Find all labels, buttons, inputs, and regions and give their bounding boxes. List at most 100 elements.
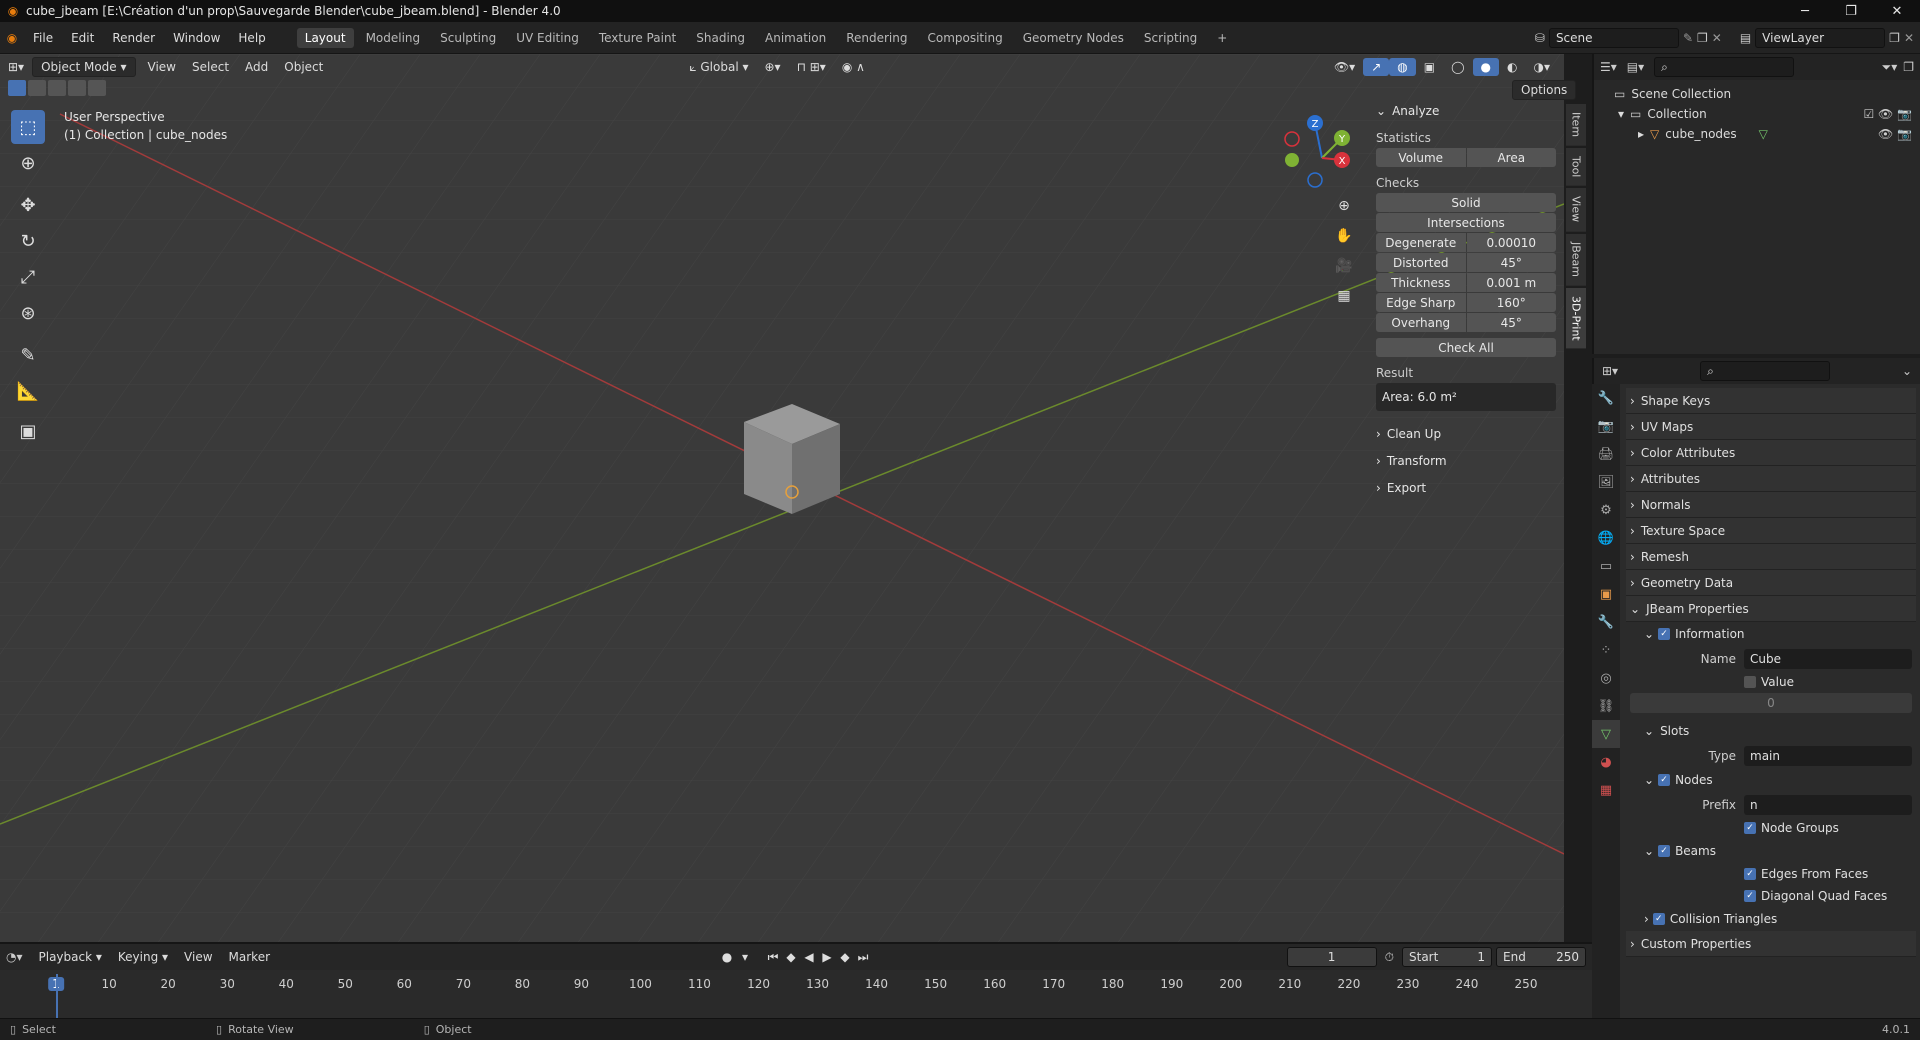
jump-keyframe-back-icon[interactable]: ◆ [782, 950, 800, 964]
node-groups-checkbox[interactable]: ✓ [1744, 822, 1756, 834]
thickness-value[interactable]: 0.001 m [1466, 273, 1556, 292]
edges-from-faces-checkbox[interactable]: ✓ [1744, 868, 1756, 880]
outliner-collection[interactable]: ▾ ▭ Collection ☑ 👁 📷 [1594, 104, 1920, 124]
area-button[interactable]: Area [1466, 148, 1556, 167]
material-shading-icon[interactable]: ◐ [1499, 58, 1525, 76]
solid-button[interactable]: Solid [1376, 193, 1556, 212]
add-workspace-button[interactable]: + [1209, 28, 1235, 48]
collection-toggles[interactable]: ☑ 👁 📷 [1863, 107, 1912, 121]
chevron-right-icon[interactable]: ▸ [1638, 127, 1644, 141]
minimize-icon[interactable]: ─ [1782, 4, 1828, 19]
texture-tab-icon[interactable]: ▦ [1592, 776, 1620, 804]
sidebar-tab-item[interactable]: Item [1566, 104, 1586, 147]
view-layer-icon[interactable]: ▤ [1740, 31, 1751, 45]
tab-sculpting[interactable]: Sculpting [432, 28, 504, 48]
close-icon[interactable]: ✕ [1874, 4, 1920, 19]
node-groups-toggle[interactable]: ✓ Node Groups [1626, 817, 1916, 839]
timeline-ruler[interactable]: 1102030405060708090100110120130140150160… [0, 974, 1592, 996]
select-extend-icon[interactable] [28, 80, 46, 96]
filter-icon[interactable]: ⏷▾ [1882, 60, 1898, 75]
view-layer-field[interactable]: ViewLayer [1755, 27, 1886, 48]
playhead[interactable] [56, 974, 58, 1018]
properties-editor-type-icon[interactable]: ⊞▾ [1602, 364, 1618, 378]
tab-shading[interactable]: Shading [688, 28, 753, 48]
render-tab-icon[interactable]: 📷 [1592, 412, 1620, 440]
jump-start-icon[interactable]: ⏮ [764, 950, 782, 965]
blender-menu-icon[interactable]: ◉ [0, 31, 24, 45]
edges-from-faces-toggle[interactable]: ✓ Edges From Faces [1626, 863, 1916, 885]
timeline-menu-marker[interactable]: Marker [221, 948, 278, 966]
analyze-header[interactable]: ⌄ Analyze [1376, 100, 1556, 122]
clean-up-header[interactable]: › Clean Up [1376, 423, 1556, 445]
new-scene-icon[interactable]: ❐ [1697, 31, 1708, 45]
tab-scripting[interactable]: Scripting [1136, 28, 1205, 48]
options-dropdown[interactable]: Options [1512, 80, 1577, 100]
sidebar-tab-jbeam[interactable]: JBeam [1566, 233, 1586, 286]
orientation-dropdown[interactable]: ⟀ Global ▾ [681, 58, 756, 77]
play-reverse-icon[interactable]: ◀ [800, 950, 818, 964]
timeline-menu-playback[interactable]: Playback ▾ [31, 948, 110, 966]
tab-texture-paint[interactable]: Texture Paint [591, 28, 684, 48]
tab-rendering[interactable]: Rendering [838, 28, 915, 48]
wireframe-shading-icon[interactable]: ◯ [1443, 58, 1472, 76]
intersections-button[interactable]: Intersections [1376, 213, 1556, 232]
object-tab-icon[interactable]: ▣ [1592, 580, 1620, 608]
delete-view-layer-icon[interactable]: ✕ [1904, 31, 1914, 45]
transform-header[interactable]: › Transform [1376, 450, 1556, 472]
panel-texture-space[interactable]: › Texture Space [1626, 518, 1916, 544]
overhang-button[interactable]: Overhang [1376, 313, 1466, 332]
tab-modeling[interactable]: Modeling [358, 28, 429, 48]
editor-type-icon[interactable]: ⊞▾ [0, 58, 32, 76]
outliner-object-cube-nodes[interactable]: ▸ ▽ cube_nodes ▽ 👁 📷 [1594, 124, 1920, 144]
menu-file[interactable]: File [24, 31, 62, 45]
jbeam-collision-header[interactable]: › ✓ Collision Triangles [1626, 907, 1916, 931]
tab-geometry-nodes[interactable]: Geometry Nodes [1015, 28, 1132, 48]
play-icon[interactable]: ▶ [818, 950, 836, 964]
physics-tab-icon[interactable]: ◎ [1592, 664, 1620, 692]
particles-tab-icon[interactable]: ⁘ [1592, 636, 1620, 664]
measure-tool-icon[interactable]: 📐 [11, 374, 45, 408]
auto-keying-icon[interactable]: ● [718, 950, 736, 964]
proportional-edit-icon[interactable]: ◉ ∧ [834, 58, 873, 76]
perspective-toggle-icon[interactable]: ▦ [1330, 282, 1358, 310]
select-subtract-icon[interactable] [48, 80, 66, 96]
new-view-layer-icon[interactable]: ❐ [1889, 31, 1900, 45]
diagonal-quad-faces-checkbox[interactable]: ✓ [1744, 890, 1756, 902]
mesh-data-tab-icon[interactable]: ▽ [1592, 720, 1620, 748]
nodes-checkbox[interactable]: ✓ [1658, 774, 1671, 786]
world-tab-icon[interactable]: 🌐 [1592, 524, 1620, 552]
tab-animation[interactable]: Animation [757, 28, 834, 48]
menu-render[interactable]: Render [103, 31, 164, 45]
viewport-menu-object[interactable]: Object [276, 58, 331, 76]
panel-color-attributes[interactable]: › Color Attributes [1626, 440, 1916, 466]
menu-edit[interactable]: Edit [62, 31, 103, 45]
scene-icon[interactable]: ⛁ [1535, 31, 1545, 45]
degenerate-button[interactable]: Degenerate [1376, 233, 1466, 252]
display-mode-icon[interactable]: ▤▾ [1627, 60, 1644, 74]
annotate-tool-icon[interactable]: ✎ [11, 338, 45, 372]
distorted-button[interactable]: Distorted [1376, 253, 1466, 272]
edge-sharp-value[interactable]: 160° [1466, 293, 1556, 312]
menu-help[interactable]: Help [229, 31, 274, 45]
camera-view-icon[interactable]: 🎥 [1330, 252, 1358, 280]
tab-compositing[interactable]: Compositing [919, 28, 1010, 48]
panel-remesh[interactable]: › Remesh [1626, 544, 1916, 570]
auto-keying-dropdown-icon[interactable]: ▾ [736, 950, 754, 964]
output-tab-icon[interactable]: 🖨 [1592, 440, 1620, 468]
end-frame-field[interactable]: End 250 [1496, 947, 1586, 967]
pin-icon[interactable]: ✎ [1683, 31, 1693, 45]
overhang-value[interactable]: 45° [1466, 313, 1556, 332]
collision-checkbox[interactable]: ✓ [1652, 913, 1665, 925]
transform-tool-icon[interactable]: ⊛ [11, 296, 45, 330]
outliner-editor-type-icon[interactable]: ☰▾ [1600, 60, 1617, 74]
snap-icon[interactable]: ⊓ ⊞▾ [789, 58, 834, 76]
select-box-tool-icon[interactable]: ⬚ [11, 110, 45, 144]
delete-scene-icon[interactable]: ✕ [1712, 31, 1722, 45]
object-toggles[interactable]: 👁 📷 [1878, 127, 1912, 141]
chevron-down-icon[interactable]: ▾ [1618, 107, 1624, 121]
type-field[interactable]: main [1744, 745, 1912, 766]
modifier-tab-icon[interactable]: 🔧 [1592, 608, 1620, 636]
tool-tab-icon[interactable]: 🔧 [1592, 384, 1620, 412]
add-cube-tool-icon[interactable]: ▣ [11, 414, 45, 448]
value-checkbox[interactable] [1744, 676, 1756, 688]
